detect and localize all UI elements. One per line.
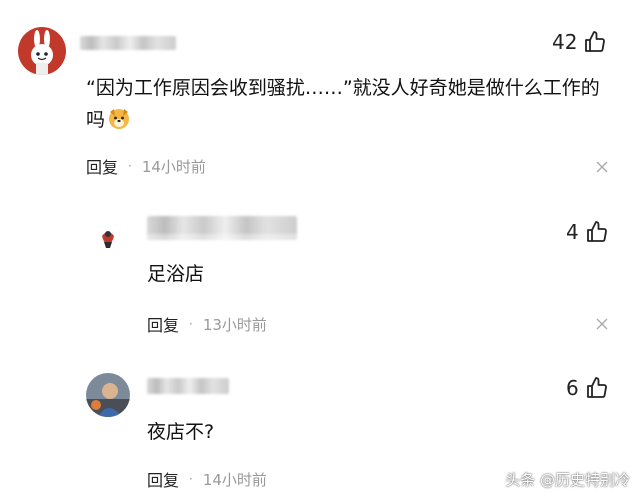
reply-button[interactable]: 回复	[86, 154, 118, 178]
username[interactable]	[80, 36, 176, 50]
watermark: 头条 @历史特别冷	[505, 471, 630, 489]
like-button[interactable]: 42	[552, 30, 607, 54]
like-count: 4	[566, 220, 579, 244]
avatar[interactable]	[86, 373, 130, 417]
like-button[interactable]: 4	[566, 220, 609, 244]
comment-meta: 回复 · 14小时前	[86, 154, 206, 178]
dog-face-emoji	[109, 109, 130, 129]
username-subline	[147, 232, 297, 240]
separator-dot: ·	[128, 159, 132, 173]
username[interactable]	[147, 378, 229, 394]
thumbs-up-icon	[585, 31, 606, 52]
avatar[interactable]	[18, 27, 66, 75]
thumbs-up-icon	[586, 377, 607, 398]
close-icon[interactable]	[596, 161, 608, 173]
timestamp: 14小时前	[141, 157, 206, 176]
timestamp: 14小时前	[202, 470, 267, 489]
avatar[interactable]	[86, 212, 130, 256]
reply-meta: 回复 · 14小时前	[147, 467, 267, 491]
comment-text: “因为工作原因会收到骚扰……”就没人好奇她是做什么工作的吗	[86, 72, 616, 136]
comment-text-body: “因为工作原因会收到骚扰……”就没人好奇她是做什么工作的吗	[86, 77, 600, 131]
close-icon[interactable]	[596, 318, 608, 330]
like-count: 6	[566, 376, 579, 400]
timestamp: 13小时前	[202, 315, 267, 334]
like-button[interactable]: 6	[566, 376, 609, 400]
separator-dot: ·	[189, 317, 193, 331]
reply-meta: 回复 · 13小时前	[147, 312, 267, 336]
reply-text: 夜店不?	[147, 421, 215, 443]
reply-button[interactable]: 回复	[147, 312, 179, 336]
like-count: 42	[552, 30, 578, 54]
thumbs-up-icon	[586, 221, 607, 242]
separator-dot: ·	[189, 472, 193, 486]
reply-button[interactable]: 回复	[147, 467, 179, 491]
reply-text: 足浴店	[147, 263, 205, 285]
